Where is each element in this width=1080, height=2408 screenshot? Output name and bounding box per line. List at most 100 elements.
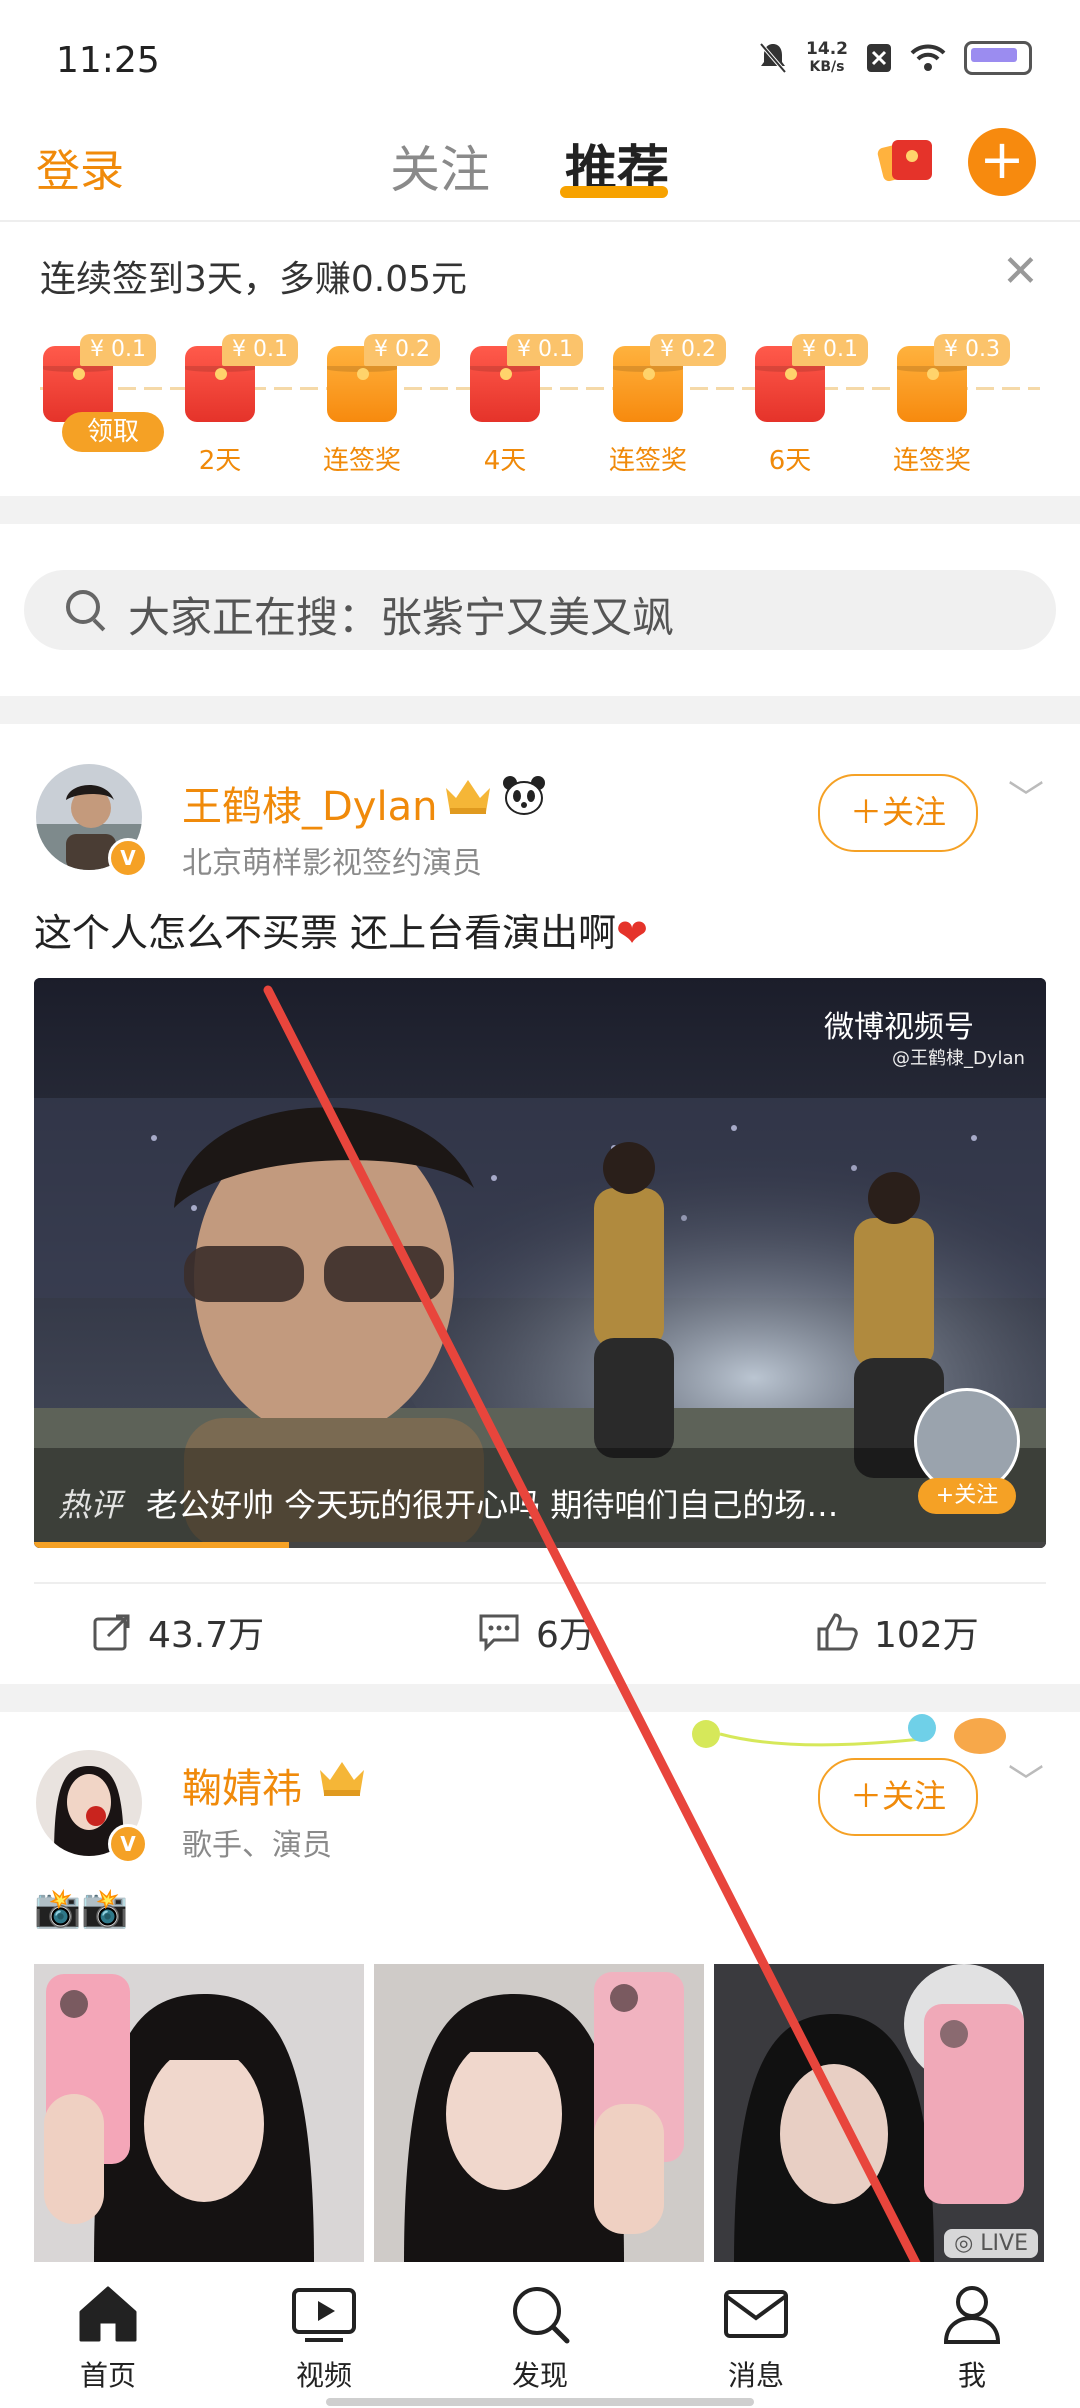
signin-amount: ¥ 0.2 xyxy=(650,334,726,366)
discover-icon xyxy=(513,2287,570,2344)
crown-icon xyxy=(320,1762,364,1796)
author-description: 北京萌样影视签约演员 xyxy=(182,846,482,881)
post-author[interactable]: 王鹤棣_Dylan xyxy=(182,774,437,832)
signin-amount: ¥ 0.1 xyxy=(222,334,298,366)
hot-comment: 老公好帅 今天玩的很开心吗 期待咱们自己的场… xyxy=(146,1486,839,1524)
signin-amount: ¥ 0.3 xyxy=(934,334,1010,366)
mail-icon xyxy=(724,2290,788,2338)
nav-me-label: 我 xyxy=(957,2359,986,2392)
close-icon[interactable]: ✕ xyxy=(1002,246,1039,297)
repost-count: 43.7万 xyxy=(148,1615,265,1656)
signin-day-label: 连签奖 xyxy=(892,446,971,476)
nav-discover-label: 发现 xyxy=(511,2359,568,2392)
video-watermark-handle: @王鹤棣_Dylan xyxy=(892,1048,1025,1069)
post-text: 这个人怎么不买票 还上台看演出啊❤ xyxy=(34,902,648,957)
nav-messages-label: 消息 xyxy=(727,2359,784,2392)
photo-image xyxy=(34,1964,364,2264)
nav-discover[interactable]: 发现 xyxy=(470,2284,610,2394)
signin-day-label: 6天 xyxy=(768,446,812,476)
like-count: 102万 xyxy=(874,1615,979,1656)
repost-button[interactable]: 43.7万 xyxy=(92,1606,264,1658)
comment-icon xyxy=(479,1614,519,1652)
signin-day-label: 2天 xyxy=(198,446,242,476)
no-sim-icon xyxy=(867,44,891,72)
follow-button[interactable]: ＋关注 xyxy=(818,774,978,852)
post-photo[interactable]: ◎ LIVE xyxy=(714,1964,1044,2264)
nav-video-label: 视频 xyxy=(295,2359,352,2392)
comment-count: 6万 xyxy=(536,1615,595,1656)
hot-comment-label: 热评 xyxy=(58,1486,123,1524)
thumbs-up-icon xyxy=(817,1613,858,1651)
signin-amount: ¥ 0.1 xyxy=(507,334,583,366)
live-badge: ◎ LIVE xyxy=(944,2229,1038,2258)
bottom-nav: 首页 视频 发现 消息 我 xyxy=(0,2262,1080,2408)
heart-icon: ❤ xyxy=(616,911,648,955)
post-author[interactable]: 鞠婧祎 xyxy=(182,1756,302,1814)
signin-day-label: 连签奖 xyxy=(608,446,687,476)
video-watermark: 微博视频号 xyxy=(824,1010,974,1045)
plus-icon: ＋ xyxy=(849,793,882,831)
packet-seal xyxy=(927,368,939,380)
video-player[interactable]: 微博视频号 @王鹤棣_Dylan 热评 老公好帅 今天玩的很开心吗 期待咱们自己… xyxy=(34,978,1046,1548)
video-icon xyxy=(292,2288,356,2342)
search-hint: 大家正在搜：张紫宁又美又飒 xyxy=(128,593,675,642)
nav-messages[interactable]: 消息 xyxy=(686,2284,826,2394)
section-gap xyxy=(0,696,1080,724)
packet-seal xyxy=(73,368,85,380)
compose-button[interactable]: + xyxy=(968,128,1036,196)
tab-follow[interactable]: 关注 xyxy=(390,130,490,202)
follow-button[interactable]: ＋关注 xyxy=(818,1758,978,1836)
section-gap xyxy=(0,1684,1080,1712)
post-text: 📸📸 xyxy=(34,1886,129,1930)
photo-image xyxy=(714,1964,1044,2264)
signin-amount: ¥ 0.1 xyxy=(80,334,156,366)
author-description: 歌手、演员 xyxy=(182,1828,332,1863)
photo-image xyxy=(374,1964,704,2264)
chevron-down-icon[interactable]: ﹀ xyxy=(1008,1754,1044,1806)
clock: 11:25 xyxy=(56,40,160,81)
section-gap xyxy=(0,496,1080,524)
login-link[interactable]: 登录 xyxy=(36,135,124,199)
live-icon: ◎ xyxy=(954,2231,981,2256)
follow-label: 关注 xyxy=(882,1777,947,1815)
search-bar[interactable]: 大家正在搜：张紫宁又美又飒 xyxy=(24,570,1056,650)
mute-icon xyxy=(759,42,787,74)
packet-seal xyxy=(643,368,655,380)
active-tab-indicator xyxy=(560,186,668,198)
status-bar: 11:25 14.2 KB/s xyxy=(0,0,1080,120)
post-text-content: 这个人怎么不买票 还上台看演出啊 xyxy=(34,911,617,955)
signin-amount: ¥ 0.1 xyxy=(792,334,868,366)
net-speed: 14.2 KB/s xyxy=(806,40,848,76)
net-speed-value: 14.2 xyxy=(806,39,848,59)
verified-badge: V xyxy=(108,838,148,878)
divider xyxy=(0,220,1080,222)
comment-button[interactable]: 6万 xyxy=(478,1606,595,1658)
packet-seal xyxy=(785,368,797,380)
packet-seal xyxy=(357,368,369,380)
mini-follow-button[interactable]: +关注 xyxy=(918,1478,1016,1514)
video-progress-fill xyxy=(34,1542,289,1548)
gesture-bar[interactable] xyxy=(326,2398,754,2406)
battery-icon xyxy=(964,41,1032,75)
follow-label: 关注 xyxy=(882,793,947,831)
like-button[interactable]: 102万 xyxy=(816,1606,979,1658)
verified-badge: V xyxy=(108,1824,148,1864)
nav-home[interactable]: 首页 xyxy=(38,2284,178,2394)
nav-me[interactable]: 我 xyxy=(902,2284,1042,2394)
signin-amount: ¥ 0.2 xyxy=(364,334,440,366)
post-photo[interactable] xyxy=(374,1964,704,2264)
post-photo[interactable] xyxy=(34,1964,364,2264)
divider xyxy=(34,1582,1046,1584)
search-icon xyxy=(66,590,100,624)
nav-video[interactable]: 视频 xyxy=(254,2284,394,2394)
panda-icon xyxy=(503,776,545,815)
signin-day-label: 4天 xyxy=(483,446,527,476)
claim-button[interactable]: 领取 xyxy=(62,412,164,452)
net-speed-unit: KB/s xyxy=(809,59,845,75)
live-badge-text: LIVE xyxy=(980,2231,1028,2256)
packet-seal xyxy=(500,368,512,380)
red-packet-icon[interactable] xyxy=(876,130,938,186)
chevron-down-icon[interactable]: ﹀ xyxy=(1008,770,1044,822)
nav-home-label: 首页 xyxy=(79,2359,136,2392)
signin-title: 连续签到3天，多赚0.05元 xyxy=(40,259,468,300)
